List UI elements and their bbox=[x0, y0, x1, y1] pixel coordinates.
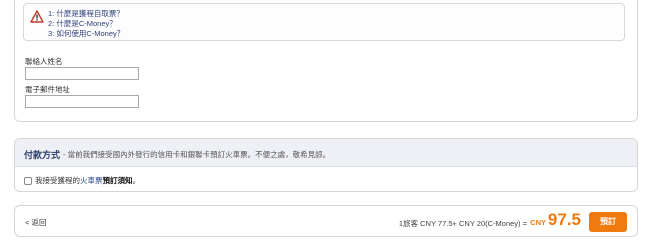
back-link[interactable]: < 返回 bbox=[25, 217, 46, 228]
email-label: 電子郵件地址 bbox=[25, 85, 70, 94]
faq-item-how-to-use[interactable]: 3: 如何使用C-Money？ bbox=[48, 29, 124, 39]
terms-suffix: 。 bbox=[132, 176, 141, 185]
terms-prefix: 我接受獲程的 bbox=[35, 176, 80, 185]
terms-checkbox[interactable] bbox=[24, 176, 32, 185]
payment-panel: 付款方式 - 當前我們接受國內外發行的信用卡和銀聯卡預訂火車票。不便之處，敬希見… bbox=[14, 138, 638, 192]
contact-name-input[interactable] bbox=[25, 67, 139, 80]
contact-name-label: 聯絡人姓名 bbox=[25, 57, 63, 66]
total-amount: 97.5 bbox=[547, 210, 581, 229]
contact-panel: 1: 什麼是獲程自取票？ 2: 什麼是C-Money？ 3: 如何使用C-Mon… bbox=[14, 0, 638, 122]
terms-link[interactable]: 火車票 bbox=[80, 176, 103, 185]
faq-list: 1: 什麼是獲程自取票？ 2: 什麼是C-Money？ 3: 如何使用C-Mon… bbox=[48, 9, 124, 39]
email-input[interactable] bbox=[25, 95, 139, 108]
footer-bar: < 返回 1旅客 CNY 77.5+ CNY 20(C-Money) = CNY… bbox=[14, 205, 638, 237]
payment-header: 付款方式 - 當前我們接受國內外發行的信用卡和銀聯卡預訂火車票。不便之處，敬希見… bbox=[15, 139, 637, 167]
total-currency: CNY bbox=[530, 218, 546, 227]
terms-row: 我接受獲程的火車票預訂須知。 bbox=[24, 175, 140, 186]
faq-item-pickup[interactable]: 1: 什麼是獲程自取票？ bbox=[48, 9, 124, 19]
faq-item-cmoney[interactable]: 2: 什麼是C-Money？ bbox=[48, 19, 124, 29]
price-breakdown: 1旅客 CNY 77.5+ CNY 20(C-Money) = bbox=[398, 219, 527, 228]
payment-note: - 當前我們接受國內外發行的信用卡和銀聯卡預訂火車票。不便之處，敬希見諒。 bbox=[63, 150, 331, 159]
terms-bold[interactable]: 預訂須知 bbox=[103, 176, 133, 185]
faq-box: 1: 什麼是獲程自取票？ 2: 什麼是C-Money？ 3: 如何使用C-Mon… bbox=[23, 3, 625, 41]
warning-icon bbox=[30, 10, 44, 23]
payment-title: 付款方式 bbox=[24, 150, 61, 160]
book-button[interactable]: 預訂 bbox=[589, 212, 627, 232]
terms-label: 我接受獲程的火車票預訂須知。 bbox=[35, 175, 140, 186]
